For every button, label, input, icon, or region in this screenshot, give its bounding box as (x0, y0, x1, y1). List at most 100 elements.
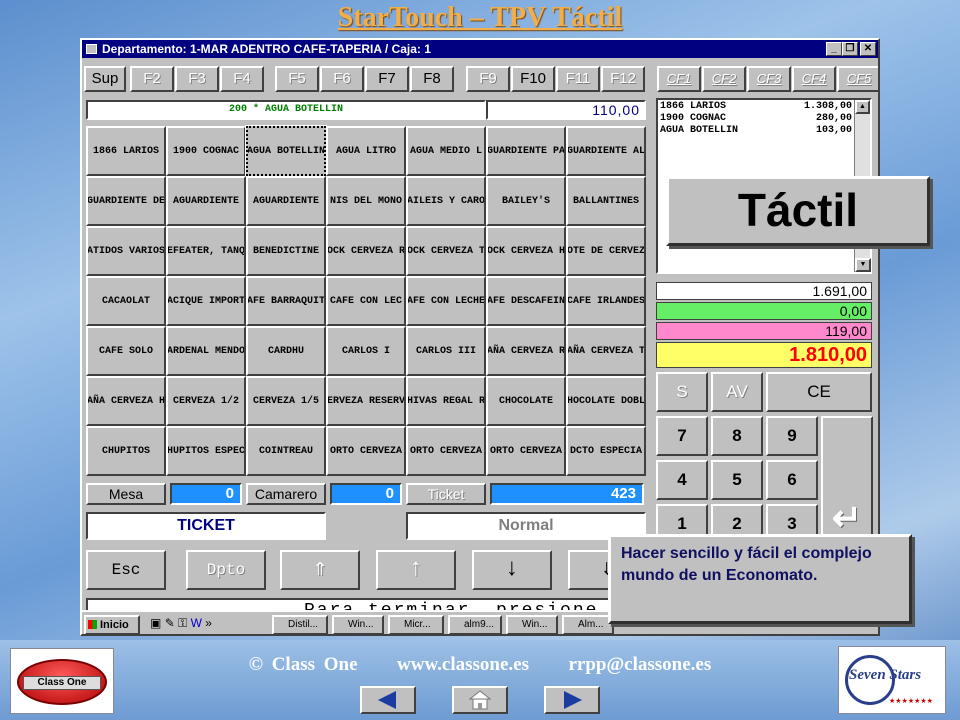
product-button[interactable]: CARLOS I (326, 326, 406, 376)
fkey-f3[interactable]: F3 (175, 66, 219, 92)
fkey-sup[interactable]: Sup (84, 66, 126, 92)
product-button[interactable]: ERVEZA RESERV (326, 376, 406, 426)
product-button[interactable]: CAFE SOLO (86, 326, 166, 376)
product-button[interactable]: CARDHU (246, 326, 326, 376)
product-button[interactable]: CERVEZA 1/5 (246, 376, 326, 426)
product-button[interactable]: AGUARDIENTE (246, 176, 326, 226)
product-button[interactable]: AFE BARRAQUIT (246, 276, 326, 326)
mesa-label[interactable]: Mesa (86, 483, 166, 505)
cf5-button[interactable]: CF5 (837, 66, 878, 92)
product-button[interactable]: DCTO ESPECIA (566, 426, 646, 476)
key-9[interactable]: 9 (766, 416, 818, 456)
fkey-f11[interactable]: F11 (556, 66, 600, 92)
product-button[interactable]: ORTO CERVEZA (406, 426, 486, 476)
camarero-label[interactable]: Camarero (246, 483, 326, 505)
product-button[interactable]: GUARDIENTE PA (486, 126, 566, 176)
product-button[interactable]: AILEIS Y CARO (406, 176, 486, 226)
start-button[interactable]: Inicio (84, 615, 140, 634)
product-button[interactable]: OCK CERVEZA T (406, 226, 486, 276)
product-button[interactable]: AÑA CERVEZA T (566, 326, 646, 376)
fkey-f9[interactable]: F9 (466, 66, 510, 92)
product-button[interactable]: 1866 LARIOS (86, 126, 166, 176)
product-button[interactable]: CERVEZA 1/2 (166, 376, 246, 426)
product-button[interactable]: AFE DESCAFEIN (486, 276, 566, 326)
task-alm[interactable]: Alm... (562, 615, 614, 634)
product-button[interactable]: AFE CON LECHE (406, 276, 486, 326)
product-button[interactable]: ATIDOS VARIOS (86, 226, 166, 276)
more-icon[interactable]: » (205, 616, 212, 630)
product-button[interactable]: AGUARDIENTE (166, 176, 246, 226)
product-button[interactable]: AGUA BOTELLIN (245, 125, 327, 177)
scroll-down-icon[interactable]: ▼ (855, 258, 871, 272)
scroll-up-icon[interactable]: ▲ (855, 100, 870, 114)
product-button[interactable]: AGUA LITRO (326, 126, 406, 176)
product-button[interactable]: COINTREAU (246, 426, 326, 476)
email-link[interactable]: rrpp@classone.es (568, 654, 711, 675)
key-8[interactable]: 8 (711, 416, 763, 456)
key-4[interactable]: 4 (656, 460, 708, 500)
dpto-button[interactable]: Dpto (186, 550, 266, 590)
product-button[interactable]: CAFE IRLANDES (566, 276, 646, 326)
product-button[interactable]: HIVAS REGAL R (406, 376, 486, 426)
key-s[interactable]: S (656, 372, 708, 412)
close-button[interactable]: ✕ (860, 42, 876, 56)
product-button[interactable]: OCK CERVEZA H (486, 226, 566, 276)
product-button[interactable]: GUARDIENTE AL (566, 126, 646, 176)
product-button[interactable]: HUPITOS ESPEC (166, 426, 246, 476)
fkey-f4[interactable]: F4 (220, 66, 264, 92)
down-arrow-icon[interactable]: ↓ (472, 550, 552, 590)
fkey-f6[interactable]: F6 (320, 66, 364, 92)
next-slide-button[interactable] (544, 686, 600, 714)
product-button[interactable]: EFEATER, TANQ (166, 226, 246, 276)
task-win-2[interactable]: Win... (506, 615, 558, 634)
product-button[interactable]: AGUA MEDIO L (406, 126, 486, 176)
cf1-button[interactable]: CF1 (657, 66, 701, 92)
maximize-button[interactable]: ❐ (842, 42, 858, 56)
product-button[interactable]: BENEDICTINE (246, 226, 326, 276)
product-button[interactable]: ORTO CERVEZA (486, 426, 566, 476)
key-6[interactable]: 6 (766, 460, 818, 500)
up-arrow-icon[interactable]: ↑ (376, 550, 456, 590)
product-button[interactable]: AÑA CERVEZA H (86, 376, 166, 426)
product-button[interactable]: CHOCOLATE (486, 376, 566, 426)
home-button[interactable] (452, 686, 508, 714)
key-av[interactable]: AV (711, 372, 763, 412)
product-button[interactable]: BAILEY'S (486, 176, 566, 226)
product-button[interactable]: ARDENAL MENDO (166, 326, 246, 376)
esc-button[interactable]: Esc (86, 550, 166, 590)
task-micr[interactable]: Micr... (388, 615, 444, 634)
cf4-button[interactable]: CF4 (792, 66, 836, 92)
cf2-button[interactable]: CF2 (702, 66, 746, 92)
product-button[interactable]: CARLOS III (406, 326, 486, 376)
page-up-icon[interactable]: ⇑ (280, 550, 360, 590)
fkey-f7[interactable]: F7 (365, 66, 409, 92)
product-button[interactable]: CAFE CON LEC (326, 276, 406, 326)
product-button[interactable]: 1900 COGNAC (166, 126, 246, 176)
key-ce[interactable]: CE (766, 372, 872, 412)
product-button[interactable]: OCK CERVEZA R (326, 226, 406, 276)
fkey-f10[interactable]: F10 (511, 66, 555, 92)
key-5[interactable]: 5 (711, 460, 763, 500)
ticket-label[interactable]: Ticket (406, 483, 486, 505)
product-button[interactable]: CHUPITOS (86, 426, 166, 476)
fkey-f12[interactable]: F12 (601, 66, 645, 92)
word-icon[interactable]: W (191, 616, 202, 630)
fkey-f8[interactable]: F8 (410, 66, 454, 92)
task-win-1[interactable]: Win... (332, 615, 384, 634)
fkey-f2[interactable]: F2 (130, 66, 174, 92)
product-button[interactable]: ORTO CERVEZA (326, 426, 406, 476)
product-button[interactable]: CACAOLAT (86, 276, 166, 326)
product-button[interactable]: GUARDIENTE DE (86, 176, 166, 226)
key-icon[interactable]: ⚿ (178, 616, 187, 630)
product-button[interactable]: NIS DEL MONO (326, 176, 406, 226)
desktop-icon[interactable]: ▣ (150, 616, 161, 630)
product-button[interactable]: ACIQUE IMPORT (166, 276, 246, 326)
key-7[interactable]: 7 (656, 416, 708, 456)
website-link[interactable]: www.classone.es (397, 654, 529, 675)
task-alm9[interactable]: alm9... (448, 615, 502, 634)
edit-icon[interactable]: ✎ (165, 616, 175, 630)
cf3-button[interactable]: CF3 (747, 66, 791, 92)
fkey-f5[interactable]: F5 (275, 66, 319, 92)
prev-slide-button[interactable] (360, 686, 416, 714)
product-button[interactable]: BALLANTINES (566, 176, 646, 226)
